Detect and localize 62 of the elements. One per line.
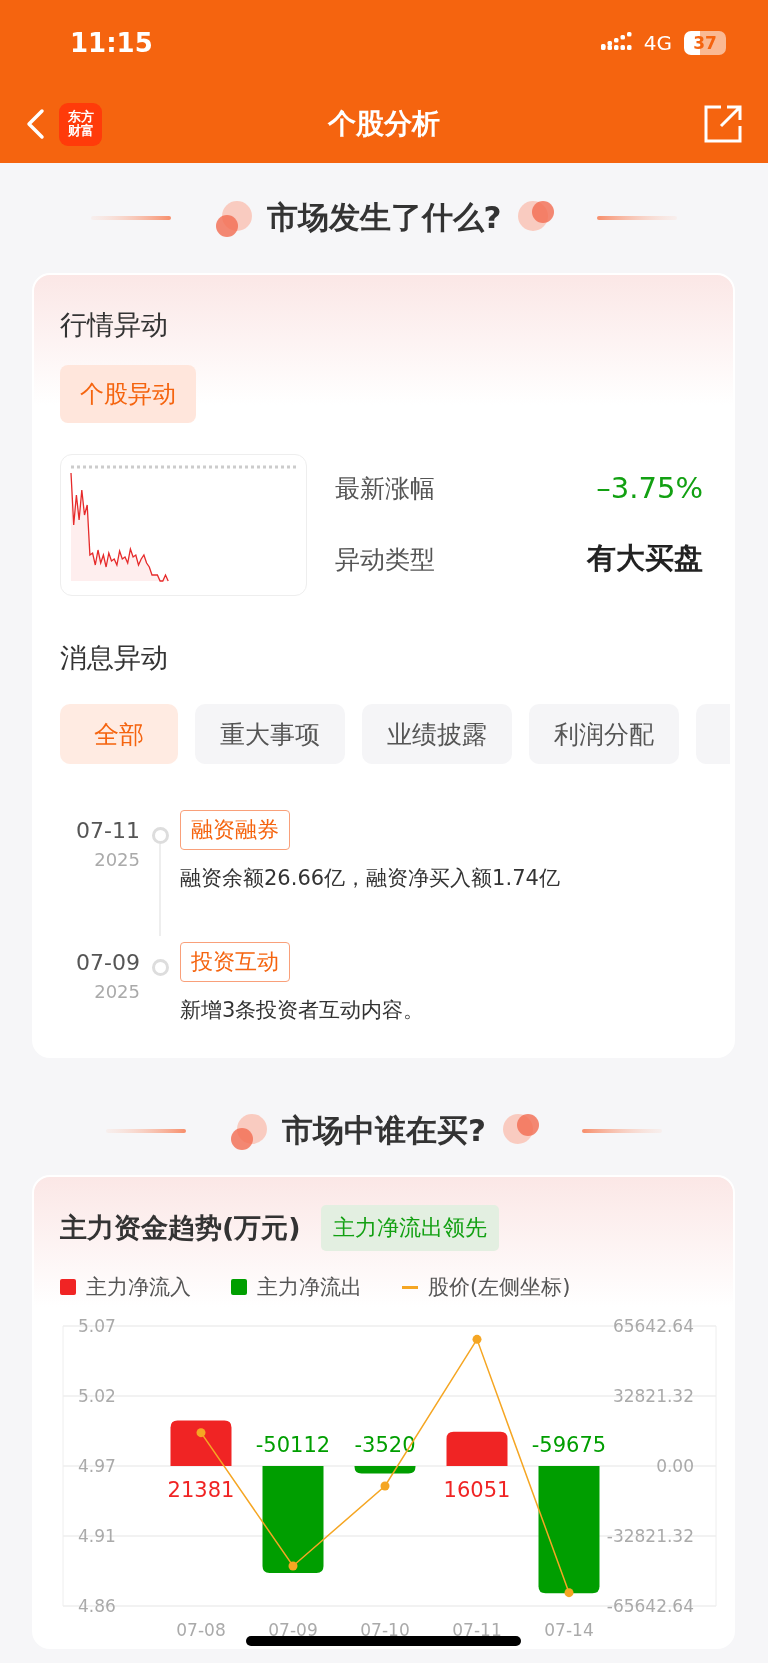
app-logo: 东方 财富 (59, 102, 102, 146)
bar (170, 1420, 232, 1466)
bar (354, 1466, 416, 1474)
page-title: 个股分析 (326, 106, 441, 142)
legend-swatch (231, 1279, 247, 1295)
point (472, 1334, 482, 1344)
timeline-dot (151, 959, 169, 976)
event-date: 07-09 (76, 950, 140, 975)
point (564, 1588, 574, 1598)
card-title: 消息异动 (60, 641, 169, 675)
filter-tab[interactable]: 重大事项 (195, 704, 345, 764)
event-year: 2025 (94, 981, 140, 1002)
legend-label: 主力净流入 (86, 1274, 191, 1301)
axis-label: 5.07 (78, 1316, 116, 1336)
axis-label: 4.86 (78, 1596, 116, 1616)
card-title: 行情异动 (60, 308, 169, 342)
axis-label: 07-11 (452, 1620, 502, 1640)
bar (446, 1431, 508, 1466)
axis-label: 0.00 (656, 1456, 694, 1476)
section-heading: 市场发生了什么? (266, 198, 502, 237)
axis-label: 4.91 (78, 1526, 116, 1546)
point (196, 1428, 206, 1438)
legend-swatch (60, 1279, 76, 1295)
status-time: 11:15 (70, 27, 153, 58)
event-year: 2025 (94, 849, 140, 870)
event-tag: 投资互动 (180, 942, 290, 982)
event-text: 融资余额26.66亿，融资净买入额1.74亿 (180, 865, 560, 892)
share-icon[interactable] (703, 104, 743, 144)
filter-tab[interactable]: 业绩披露 (362, 704, 512, 764)
stat-label: 异动类型 (335, 543, 435, 576)
status-badge: 主力净流出领先 (320, 1205, 499, 1251)
bar-value-label: 16051 (443, 1478, 511, 1502)
event-tag: 融资融券 (180, 810, 290, 850)
axis-label: 07-08 (176, 1620, 226, 1640)
back-icon[interactable] (25, 108, 45, 140)
axis-label: -65642.64 (606, 1596, 694, 1616)
timeline-dot (151, 827, 169, 844)
event-text: 新增3条投资者互动内容。 (180, 997, 425, 1024)
bar-value-label: -59675 (531, 1433, 607, 1457)
section-heading: 市场中谁在买? (282, 1110, 486, 1150)
filter-tab[interactable]: 利润分配 (529, 704, 679, 764)
axis-label: 4.97 (78, 1456, 116, 1476)
axis-label: 32821.32 (612, 1386, 694, 1406)
axis-label: 07-09 (268, 1620, 318, 1640)
category-chip: 个股异动 (60, 365, 196, 423)
axis-label: -32821.32 (606, 1526, 694, 1546)
event-date: 07-11 (76, 818, 140, 843)
legend-label: 主力净流出 (257, 1274, 362, 1301)
card-title: 主力资金趋势(万元) (60, 1211, 301, 1245)
network-label: 4G (643, 30, 672, 55)
stat-value: –3.75% (596, 471, 703, 505)
stat-value: 有大买盘 (587, 540, 703, 577)
axis-label: 5.02 (78, 1386, 116, 1406)
axis-label: 65642.64 (612, 1316, 694, 1336)
legend-label: 股价(左侧坐标) (428, 1274, 571, 1301)
point (380, 1481, 390, 1491)
axis-label: 07-10 (360, 1620, 410, 1640)
bar-value-label: -50112 (255, 1433, 331, 1457)
stat-label: 最新涨幅 (335, 472, 435, 505)
bar-value-label: 21381 (167, 1478, 235, 1502)
point (288, 1561, 298, 1571)
axis-label: 07-14 (544, 1620, 594, 1640)
